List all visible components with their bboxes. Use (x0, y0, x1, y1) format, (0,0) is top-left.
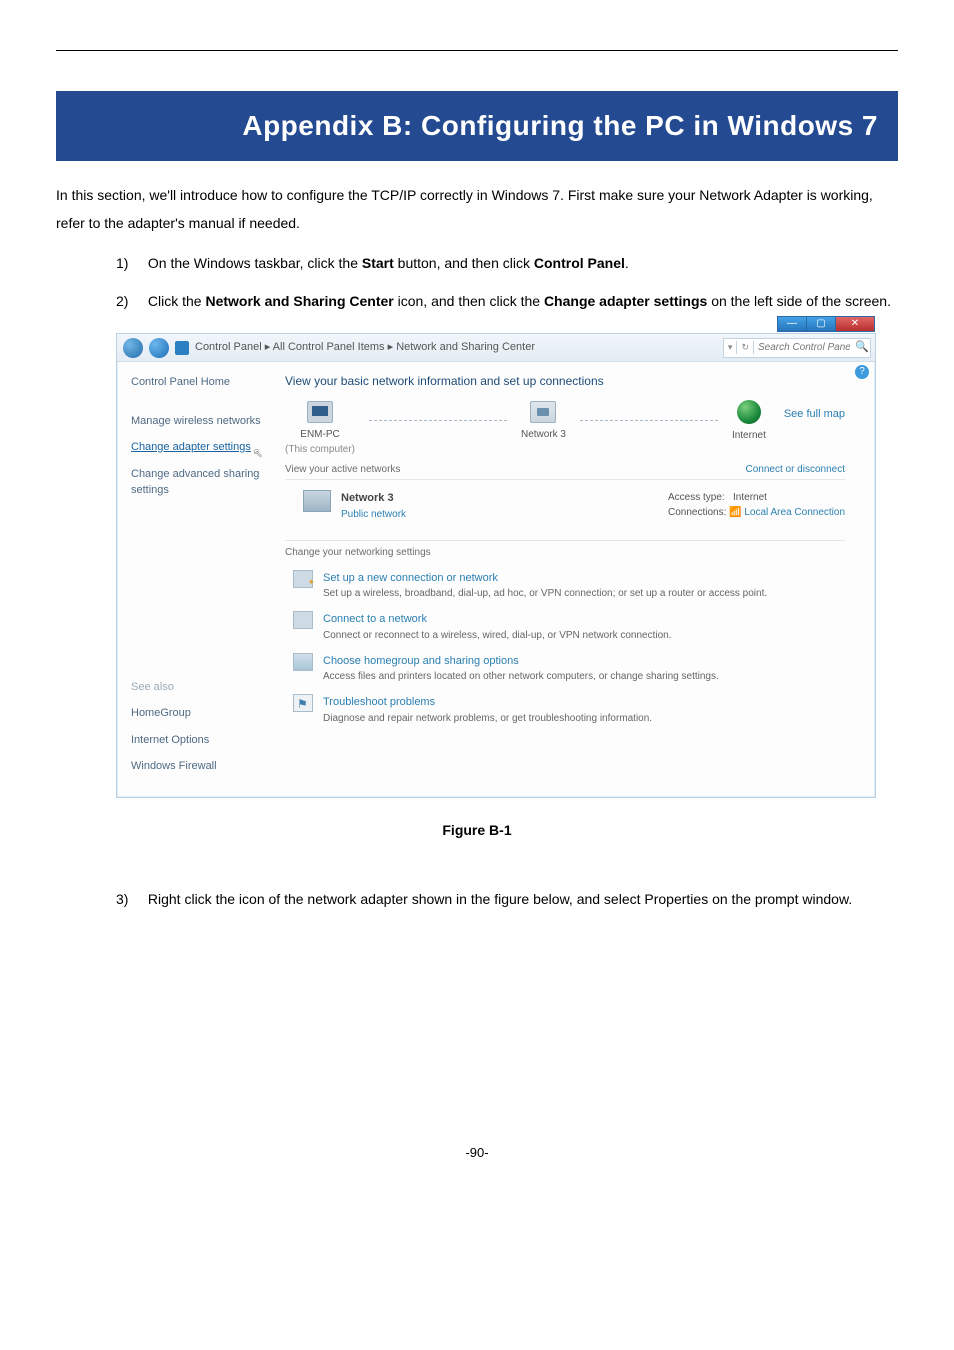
windows-firewall-link[interactable]: Windows Firewall (131, 758, 267, 775)
network-type-link[interactable]: Public network (341, 507, 658, 522)
network-category-icon (303, 490, 331, 512)
control-panel-home-link[interactable]: Control Panel Home (131, 374, 267, 391)
step-1: 1) On the Windows taskbar, click the Sta… (116, 249, 898, 277)
connection-line (369, 420, 507, 421)
back-button[interactable] (123, 338, 143, 358)
control-panel-icon (175, 341, 189, 355)
change-advanced-sharing-link[interactable]: Change advanced sharing settings (131, 466, 267, 499)
connections-label: Connections: (668, 507, 726, 518)
pc-icon (307, 401, 333, 423)
homegroup-link[interactable]: HomeGroup (131, 705, 267, 722)
step-number: 3) (116, 885, 144, 913)
setup-connection-item[interactable]: Set up a new connection or network Set u… (285, 570, 845, 602)
search-icon[interactable]: 🔍 (854, 339, 870, 356)
breadcrumb[interactable]: Control Panel ▸ All Control Panel Items … (195, 339, 535, 356)
node-internet: Internet (732, 400, 766, 458)
change-settings-heading: Change your networking settings (285, 540, 845, 560)
connect-network-item[interactable]: Connect to a network Connect or reconnec… (285, 611, 845, 643)
history-dropdown-icon[interactable]: ▾ (724, 341, 738, 355)
step-2: 2) Click the Network and Sharing Center … (116, 287, 898, 315)
see-also-label: See also (131, 679, 267, 696)
step-number: 1) (116, 249, 144, 277)
manage-wireless-link[interactable]: Manage wireless networks (131, 413, 267, 430)
globe-icon (737, 400, 761, 424)
figure-caption: Figure B-1 (56, 820, 898, 841)
close-button[interactable]: ✕ (835, 316, 875, 332)
search-input[interactable] (754, 340, 854, 355)
window-controls: — ▢ ✕ (778, 316, 875, 332)
titlebar: Control Panel ▸ All Control Panel Items … (117, 334, 875, 362)
connect-network-icon (293, 611, 313, 629)
setup-connection-icon (293, 570, 313, 588)
cursor-icon: ↖ (253, 444, 263, 462)
top-rule (56, 50, 898, 51)
maximize-button[interactable]: ▢ (806, 316, 836, 332)
step2-text: Click the Network and Sharing Center ico… (148, 293, 891, 309)
homegroup-icon (293, 653, 313, 671)
connection-line (580, 420, 718, 421)
intro-paragraph: In this section, we'll introduce how to … (56, 181, 898, 237)
screenshot-window: — ▢ ✕ Control Panel ▸ All Control Panel … (116, 333, 876, 798)
step3-text: Right click the icon of the network adap… (148, 891, 852, 907)
step-3: 3) Right click the icon of the network a… (116, 885, 898, 913)
refresh-icon[interactable]: ↻ (737, 341, 754, 355)
local-area-connection-link[interactable]: Local Area Connection (744, 507, 845, 518)
minimize-button[interactable]: — (777, 316, 807, 332)
step-number: 2) (116, 287, 144, 315)
help-icon[interactable]: ? (855, 365, 869, 379)
active-networks-label: View your active networks (285, 462, 400, 477)
sidebar: Control Panel Home Manage wireless netwo… (117, 362, 277, 797)
network-name: Network 3 (341, 490, 658, 507)
homegroup-sharing-item[interactable]: Choose homegroup and sharing options Acc… (285, 653, 845, 685)
internet-options-link[interactable]: Internet Options (131, 732, 267, 749)
access-type-label: Access type: (668, 492, 725, 503)
troubleshoot-item[interactable]: Troubleshoot problems Diagnose and repai… (285, 694, 845, 726)
see-full-map-link[interactable]: See full map (784, 406, 845, 423)
troubleshoot-icon (293, 694, 313, 712)
main-heading: View your basic network information and … (285, 372, 845, 390)
network-icon (530, 401, 556, 423)
node-this-pc: ENM-PC (This computer) (285, 401, 355, 457)
page-number: -90- (56, 1143, 898, 1163)
change-adapter-settings-link[interactable]: Change adapter settings ↖ (131, 439, 251, 456)
connect-disconnect-link[interactable]: Connect or disconnect (745, 462, 845, 477)
appendix-banner: Appendix B: Configuring the PC in Window… (56, 91, 898, 161)
node-network: Network 3 (521, 401, 566, 457)
main-panel: View your basic network information and … (277, 362, 875, 797)
forward-button[interactable] (149, 338, 169, 358)
search-box[interactable]: ▾ ↻ 🔍 (723, 338, 871, 358)
step1-text: On the Windows taskbar, click the Start … (148, 255, 629, 271)
active-network-block: Network 3 Public network Access type: In… (285, 490, 845, 522)
access-type-value: Internet (733, 492, 767, 503)
